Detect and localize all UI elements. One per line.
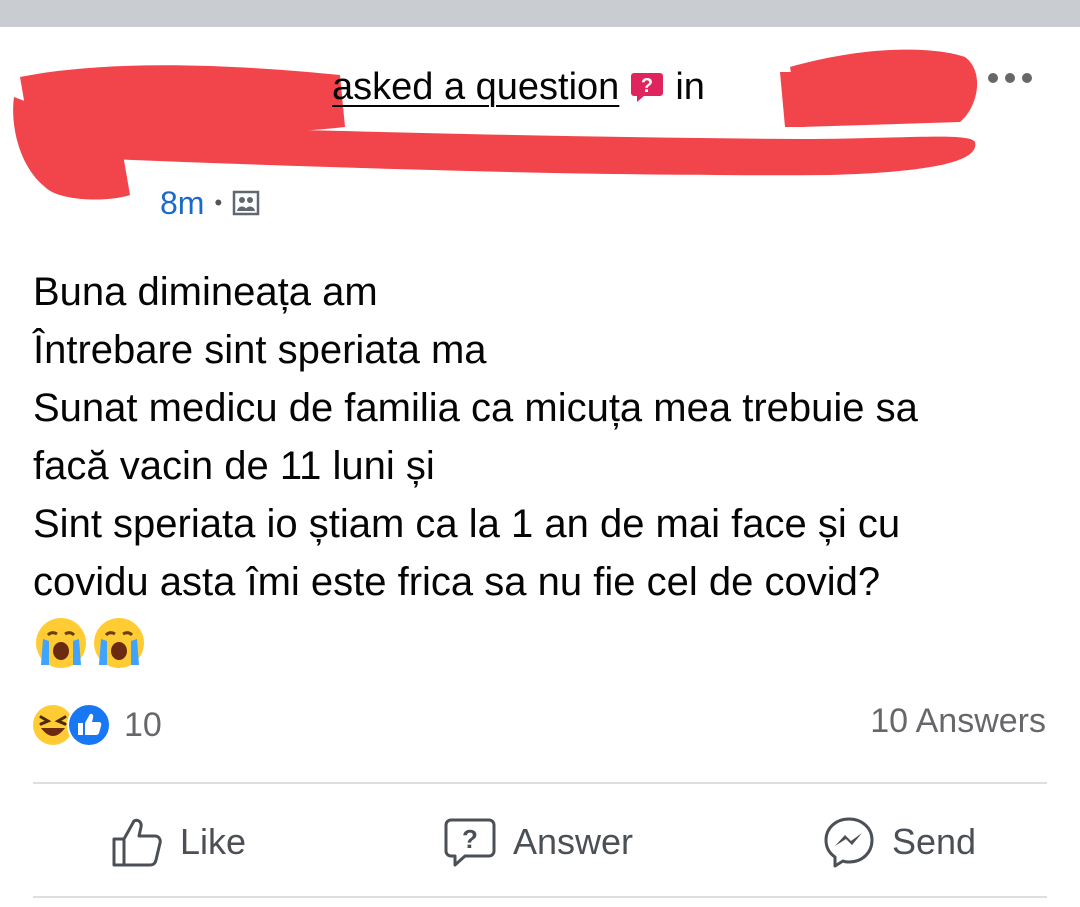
reaction-summary[interactable]: 10 — [30, 700, 162, 750]
top-status-strip — [0, 0, 1080, 27]
meta-separator: • — [214, 190, 223, 215]
post-line: facă vacin de 11 luni și — [33, 444, 435, 488]
crying-face-icon — [36, 618, 86, 668]
answers-count[interactable]: 10 Answers — [870, 702, 1046, 741]
emoji-row — [33, 615, 1063, 671]
answer-question-icon: ? — [444, 818, 496, 867]
like-icon — [112, 818, 162, 867]
like-label: Like — [180, 821, 247, 862]
svg-text:?: ? — [462, 824, 478, 854]
post-body: Buna dimineața am Întrebare sint speriat… — [33, 263, 1063, 671]
header-action-line: asked a question ? in — [332, 63, 705, 111]
send-button[interactable]: Send — [822, 812, 976, 872]
action-bar: Like ? Answer Send — [0, 790, 1080, 894]
asked-question-link[interactable]: asked a question — [332, 66, 619, 109]
answer-button[interactable]: ? Answer — [443, 812, 633, 872]
messenger-icon — [824, 817, 874, 868]
post-line: Buna dimineața am — [33, 270, 378, 314]
divider — [33, 896, 1047, 898]
post-time[interactable]: 8m — [160, 185, 204, 222]
svg-text:?: ? — [641, 75, 653, 97]
post-line: Întrebare sint speriata ma — [33, 328, 487, 372]
photo-group-icon — [232, 190, 260, 216]
post-line: Sunat medicu de familia ca micuța mea tr… — [33, 386, 918, 430]
like-reaction-icon — [67, 703, 111, 747]
in-label: in — [675, 65, 705, 108]
post-line: covidu asta îmi este frica sa nu fie cel… — [33, 560, 881, 604]
crying-face-icon — [94, 618, 144, 668]
like-button[interactable]: Like — [110, 812, 246, 872]
more-icon[interactable] — [985, 67, 1035, 89]
question-badge-icon: ? — [631, 73, 664, 102]
post-line: Sint speriata io știam ca la 1 an de mai… — [33, 502, 901, 546]
answer-label: Answer — [513, 821, 634, 862]
divider — [33, 782, 1047, 784]
reaction-count: 10 — [124, 705, 162, 744]
send-label: Send — [892, 821, 977, 862]
post-meta: 8m • — [160, 183, 260, 223]
post-header: asked a question ? in 8m • — [0, 27, 1080, 227]
